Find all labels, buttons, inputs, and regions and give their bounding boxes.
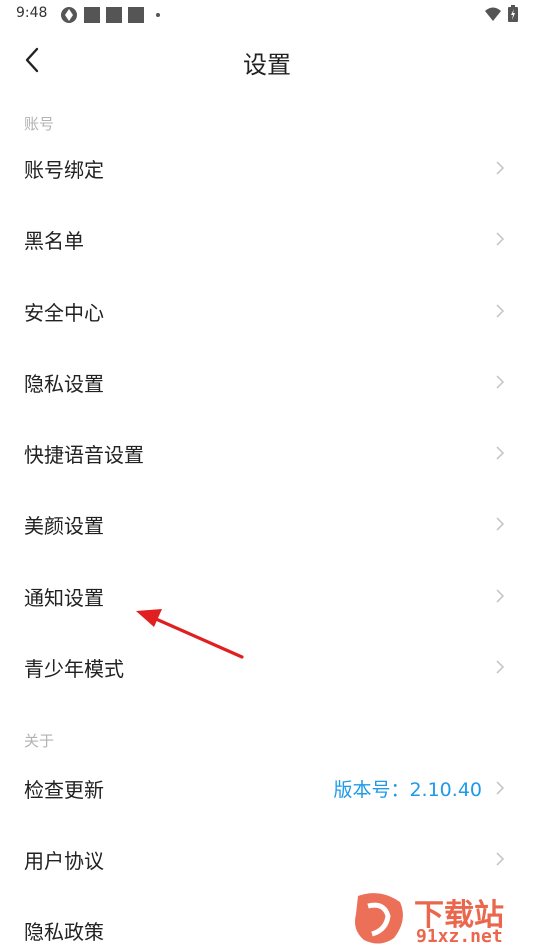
chevron-right-icon xyxy=(496,161,505,175)
watermark-domain: 91xz.net xyxy=(416,926,503,947)
chevron-right-icon xyxy=(496,304,505,318)
page-title: 设置 xyxy=(243,51,291,79)
chevron-right-icon xyxy=(496,375,505,389)
row-privacy-settings[interactable]: 隐私设置 xyxy=(0,352,534,412)
chevron-right-icon xyxy=(496,660,505,674)
system-icons xyxy=(484,5,518,22)
status-bar: 9:48 xyxy=(0,0,534,30)
notification-icons xyxy=(60,6,160,24)
row-account-binding[interactable]: 账号绑定 xyxy=(0,138,534,198)
more-notifications-dot-icon xyxy=(156,13,160,17)
section-label-about: 关于 xyxy=(24,732,55,750)
row-user-agreement[interactable]: 用户协议 xyxy=(0,829,534,889)
row-label: 通知设置 xyxy=(24,585,104,610)
chevron-right-icon xyxy=(496,852,505,866)
watermark-logo: 下载站 91xz.net xyxy=(350,890,526,948)
row-label: 快捷语音设置 xyxy=(24,442,144,467)
version-value: 版本号：2.10.40 xyxy=(333,778,482,801)
row-security-center[interactable]: 安全中心 xyxy=(0,281,534,341)
chevron-right-icon xyxy=(496,232,505,246)
notification-square-icon xyxy=(106,7,122,23)
row-label: 隐私政策 xyxy=(24,919,104,944)
wifi-icon xyxy=(485,7,501,21)
chevron-right-icon xyxy=(496,446,505,460)
row-blacklist[interactable]: 黑名单 xyxy=(0,209,534,269)
row-beauty-settings[interactable]: 美颜设置 xyxy=(0,494,534,554)
row-label: 黑名单 xyxy=(24,228,84,253)
chevron-right-icon xyxy=(496,589,505,603)
notification-square-icon xyxy=(84,7,100,23)
row-notification-settings[interactable]: 通知设置 xyxy=(0,566,534,626)
row-quick-voice-settings[interactable]: 快捷语音设置 xyxy=(0,423,534,483)
status-time: 9:48 xyxy=(16,5,48,21)
row-teen-mode[interactable]: 青少年模式 xyxy=(0,637,534,697)
app-header: 设置 xyxy=(0,30,534,90)
chevron-right-icon xyxy=(496,781,505,795)
row-label: 用户协议 xyxy=(24,848,104,873)
watermark-badge-icon xyxy=(355,893,403,944)
row-label: 美颜设置 xyxy=(24,513,104,538)
notification-square-icon xyxy=(128,7,144,23)
row-label: 账号绑定 xyxy=(24,157,104,182)
aperture-icon xyxy=(61,7,77,23)
row-label: 隐私设置 xyxy=(24,371,104,396)
row-check-update[interactable]: 检查更新 版本号：2.10.40 xyxy=(0,758,534,818)
row-label: 青少年模式 xyxy=(24,656,124,681)
chevron-right-icon xyxy=(496,517,505,531)
section-label-account: 账号 xyxy=(24,115,55,133)
row-label: 安全中心 xyxy=(24,300,104,325)
row-label: 检查更新 xyxy=(24,777,104,802)
battery-icon xyxy=(508,5,518,22)
